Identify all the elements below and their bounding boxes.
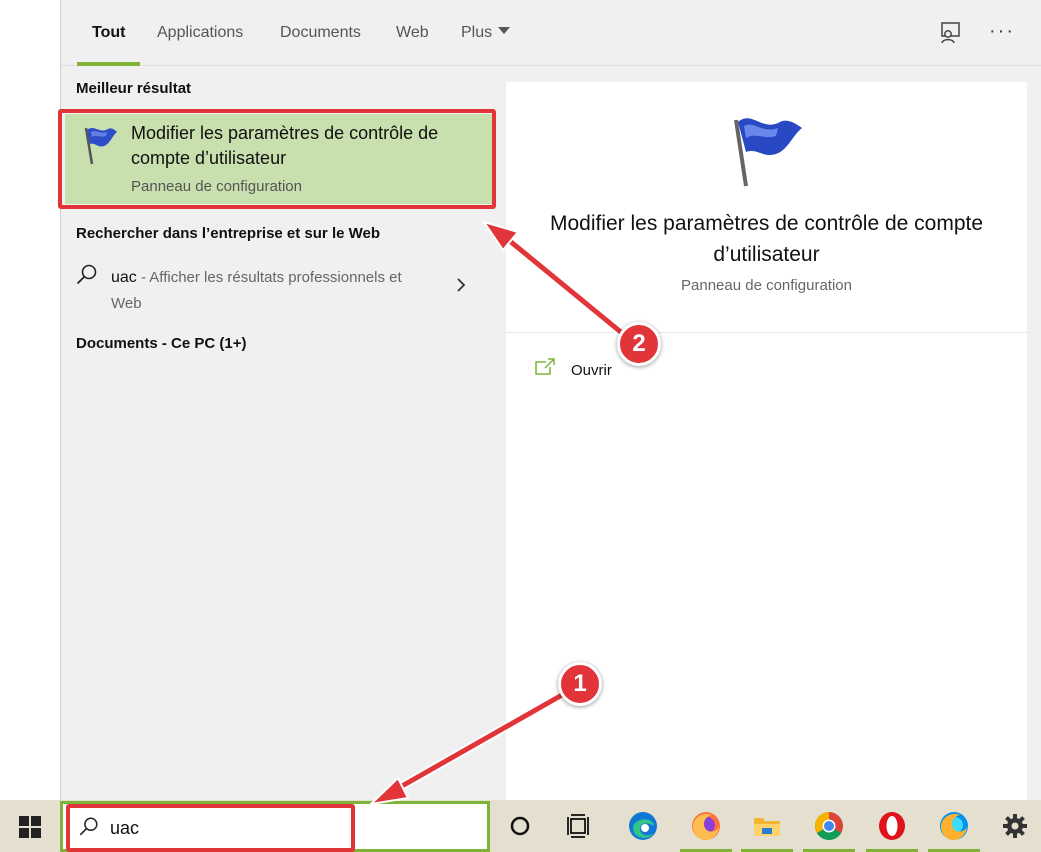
feedback-icon[interactable] (937, 20, 963, 46)
open-icon (535, 358, 555, 375)
web-search-text: uac - Afficher les résultats professionn… (111, 265, 431, 317)
open-action-label: Ouvrir (571, 362, 612, 379)
annotation-badge-2: 2 (617, 322, 661, 366)
firefox-icon[interactable] (680, 810, 732, 852)
best-result-title: Modifier les paramètres de contrôle de c… (131, 123, 439, 168)
search-icon (79, 817, 98, 836)
edge-icon[interactable] (627, 810, 659, 842)
search-flyout: Tout Applications Documents Web Plus ···… (58, 0, 1041, 800)
tab-web[interactable]: Web (396, 24, 429, 62)
best-result-item[interactable]: Modifier les paramètres de contrôle de c… (65, 114, 493, 204)
annotation-badge-1: 1 (558, 662, 602, 706)
file-explorer-icon[interactable] (741, 810, 793, 852)
windows-logo-icon (19, 816, 41, 838)
task-view-icon[interactable] (563, 810, 595, 842)
opera-icon[interactable] (866, 810, 918, 852)
uac-flag-icon (84, 127, 117, 165)
cortana-icon[interactable] (504, 810, 536, 842)
caret-down-icon (498, 27, 511, 35)
tab-plus-label: Plus (461, 24, 493, 41)
uac-flag-icon-large (734, 118, 802, 187)
search-value: uac (110, 818, 140, 838)
section-web-search: Rechercher dans l’entreprise et sur le W… (76, 225, 381, 242)
settings-icon[interactable] (999, 810, 1031, 842)
web-search-query: uac (111, 269, 137, 286)
filter-tabs: Tout Applications Documents Web Plus ··· (61, 0, 1041, 66)
detail-title: Modifier les paramètres de contrôle de c… (549, 212, 984, 266)
detail-divider (506, 332, 1027, 333)
best-result-subtitle: Panneau de configuration (131, 178, 302, 195)
section-best-match: Meilleur résultat (76, 80, 192, 97)
taskbar: uac (0, 800, 1041, 852)
section-documents[interactable]: Documents - Ce PC (1+) (76, 335, 246, 352)
taskbar-search-input[interactable]: uac (60, 801, 490, 852)
search-icon (76, 264, 97, 285)
firefox-dev-icon[interactable] (928, 810, 980, 852)
tab-applications[interactable]: Applications (157, 24, 243, 62)
tab-plus[interactable]: Plus (461, 24, 511, 62)
tab-tout[interactable]: Tout (76, 24, 142, 66)
results-list: Meilleur résultat Modifier les paramètre… (58, 67, 496, 800)
start-button[interactable] (0, 800, 60, 852)
detail-subtitle: Panneau de configuration (681, 277, 852, 294)
chevron-right-icon[interactable] (453, 277, 469, 293)
tab-documents[interactable]: Documents (280, 24, 361, 62)
web-search-item[interactable]: uac - Afficher les résultats professionn… (61, 255, 489, 317)
chrome-icon[interactable] (803, 810, 855, 852)
more-options-button[interactable]: ··· (989, 20, 1015, 43)
web-search-suffix: - Afficher les résultats professionnels … (111, 269, 402, 312)
